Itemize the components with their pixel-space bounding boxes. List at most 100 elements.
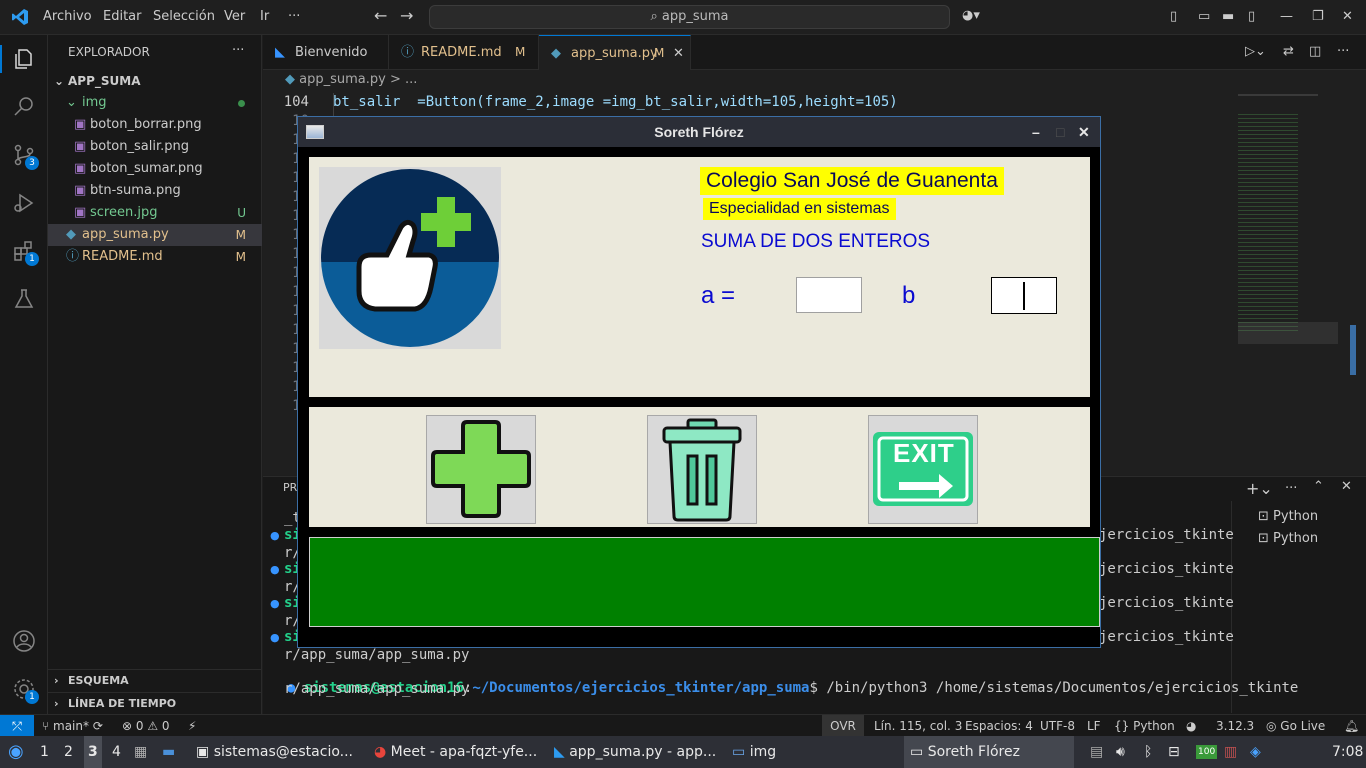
exit-button[interactable]: EXIT xyxy=(868,415,978,524)
close-tab-icon[interactable]: ✕ xyxy=(673,36,684,71)
remote-indicator-icon[interactable]: ⤱ xyxy=(0,715,34,736)
file-row-readme[interactable]: ⓘ README.md M xyxy=(48,246,262,268)
tk-maximize-icon[interactable]: □ xyxy=(1056,117,1064,147)
file-manager-icon[interactable]: ▦ xyxy=(134,736,147,768)
tab-app-suma[interactable]: ◆ app_suma.py M ✕ xyxy=(539,35,691,70)
project-folder-row[interactable]: ⌄ APP_SUMA xyxy=(48,70,262,92)
toggle-panel-icon[interactable]: ▬ xyxy=(1222,9,1234,24)
terminal-list-item[interactable]: ⊡ Python xyxy=(1258,509,1318,524)
file-row[interactable]: ▣ boton_sumar.png xyxy=(48,158,262,180)
close-icon[interactable]: ✕ xyxy=(1342,9,1353,24)
tk-minimize-icon[interactable]: – xyxy=(1032,117,1040,147)
menu-ir[interactable]: Ir xyxy=(260,9,269,24)
sum-button[interactable] xyxy=(426,415,536,524)
panel-more-button[interactable]: ··· xyxy=(1285,481,1297,496)
task-chrome[interactable]: ◕ Meet - apa-fqzt-yfe... xyxy=(374,736,537,768)
input-a[interactable] xyxy=(796,277,862,313)
file-row[interactable]: ▣ btn-suma.png xyxy=(48,180,262,202)
tk-close-icon[interactable]: ✕ xyxy=(1078,117,1090,147)
network-icon[interactable]: ⊟ xyxy=(1168,736,1180,768)
workspace-3[interactable]: 3 xyxy=(84,736,102,768)
minimize-icon[interactable]: — xyxy=(1280,9,1293,24)
line-ending[interactable]: LF xyxy=(1087,715,1101,737)
battery-indicator[interactable]: 100 xyxy=(1196,745,1218,759)
timeline-section[interactable]: › LÍNEA DE TIEMPO xyxy=(48,692,262,714)
trash-icon xyxy=(662,418,742,522)
copilot-icon[interactable]: ◕ xyxy=(1186,715,1196,737)
ports-icon[interactable]: ⚡ xyxy=(188,715,196,737)
desktop-icon[interactable]: ▬ xyxy=(162,736,175,768)
restore-icon[interactable]: ❐ xyxy=(1312,9,1324,24)
encoding[interactable]: UTF-8 xyxy=(1040,715,1075,737)
outline-section[interactable]: › ESQUEMA xyxy=(48,670,262,692)
notifications-bell-icon[interactable]: 🔔︎ xyxy=(1344,715,1359,737)
split-editor-icon[interactable]: ◫ xyxy=(1309,44,1321,59)
file-row[interactable]: ▣ screen.jpg U xyxy=(48,202,262,224)
update-icon[interactable]: ◈ xyxy=(1250,736,1261,768)
image-file-icon: ▣ xyxy=(74,183,87,198)
search-icon[interactable] xyxy=(12,95,36,119)
copilot-icon[interactable]: ◕▾ xyxy=(962,8,980,23)
task-terminal[interactable]: ▣ sistemas@estacio... xyxy=(196,736,353,768)
go-live-button[interactable]: ◎ Go Live xyxy=(1266,715,1325,737)
bluetooth-icon[interactable]: ᛒ xyxy=(1144,736,1152,768)
maximize-panel-icon[interactable]: ⌃ xyxy=(1313,479,1324,494)
back-arrow-icon[interactable]: ← xyxy=(374,6,387,25)
volume-icon[interactable]: 🔊︎ xyxy=(1116,736,1125,768)
ovr-indicator[interactable]: OVR xyxy=(822,715,864,737)
tab-readme[interactable]: ⓘ README.md M xyxy=(389,35,539,70)
explorer-more-button[interactable]: ··· xyxy=(232,43,244,58)
minimap-viewport[interactable] xyxy=(1238,322,1338,344)
menu-seleccion[interactable]: Selección xyxy=(153,9,215,24)
toggle-secondary-sidebar-icon[interactable]: ▯ xyxy=(1248,9,1255,24)
input-b[interactable] xyxy=(991,277,1057,314)
open-changes-icon[interactable]: ⇄ xyxy=(1283,44,1294,59)
accounts-icon[interactable] xyxy=(12,629,36,653)
folder-img-row[interactable]: ⌄ img xyxy=(48,92,262,114)
minimap[interactable] xyxy=(1238,94,1338,374)
command-center-search[interactable]: ⌕ app_suma xyxy=(429,5,950,29)
breadcrumb-file[interactable]: app_suma.py xyxy=(299,72,386,87)
file-row[interactable]: ▣ boton_borrar.png xyxy=(48,114,262,136)
clock[interactable]: 7:08 xyxy=(1332,736,1363,768)
explorer-icon[interactable] xyxy=(12,47,36,71)
tab-bienvenido[interactable]: ◣ Bienvenido xyxy=(263,35,389,70)
workspace-4[interactable]: 4 xyxy=(112,736,121,768)
file-row-app-suma[interactable]: ◆ app_suma.py M xyxy=(48,224,262,246)
file-row[interactable]: ▣ boton_salir.png xyxy=(48,136,262,158)
indentation[interactable]: Espacios: 4 xyxy=(965,715,1033,737)
branch-indicator[interactable]: ⑂ main* ⟳ xyxy=(42,715,103,737)
problems-indicator[interactable]: ⊗ 0 ⚠ 0 xyxy=(122,715,170,737)
language-mode[interactable]: {} Python xyxy=(1114,715,1175,737)
start-menu-icon[interactable]: ◉ xyxy=(8,736,24,768)
editor-more-button[interactable]: ··· xyxy=(1337,44,1349,59)
clear-button[interactable] xyxy=(647,415,757,524)
python-version[interactable]: 3.12.3 xyxy=(1216,715,1254,737)
menu-ver[interactable]: Ver xyxy=(224,9,245,24)
run-debug-icon[interactable] xyxy=(12,191,36,215)
task-tk-window[interactable]: ▭ Soreth Flórez xyxy=(904,736,1074,768)
forward-arrow-icon[interactable]: → xyxy=(400,6,413,25)
task-vscode[interactable]: ◣ app_suma.py - app... xyxy=(554,736,716,768)
menu-archivo[interactable]: Archivo xyxy=(43,9,92,24)
toggle-primary-sidebar-icon[interactable]: ▭ xyxy=(1198,9,1210,24)
task-img-folder[interactable]: ▭ img xyxy=(732,736,776,768)
run-python-icon[interactable]: ▷⌄ xyxy=(1245,44,1266,59)
trash-tray-icon[interactable]: ▤ xyxy=(1090,736,1103,768)
cursor-position[interactable]: Lín. 115, col. 3 xyxy=(874,715,962,737)
close-panel-icon[interactable]: ✕ xyxy=(1341,479,1352,494)
layout-sidebar-icon[interactable]: ▯ xyxy=(1170,9,1177,24)
scrollbar-thumb[interactable] xyxy=(1350,325,1356,375)
terminal-list-item[interactable]: ⊡ Python xyxy=(1258,531,1318,546)
panel-tab-problems[interactable]: PR xyxy=(283,481,297,494)
system-monitor-icon[interactable]: ▥ xyxy=(1224,736,1237,768)
workspace-1[interactable]: 1 xyxy=(40,736,49,768)
tk-title-bar[interactable]: Soreth Flórez – □ ✕ xyxy=(298,117,1100,147)
testing-flask-icon[interactable] xyxy=(12,287,36,311)
new-terminal-icon[interactable]: +⌄ xyxy=(1246,479,1273,498)
breadcrumb-rest[interactable]: > ... xyxy=(390,72,417,87)
command-text: $ /bin/python3 /home/sistemas/Documentos… xyxy=(809,680,1299,696)
workspace-2[interactable]: 2 xyxy=(64,736,73,768)
menu-editar[interactable]: Editar xyxy=(103,9,142,24)
menu-more[interactable]: ··· xyxy=(288,9,300,24)
